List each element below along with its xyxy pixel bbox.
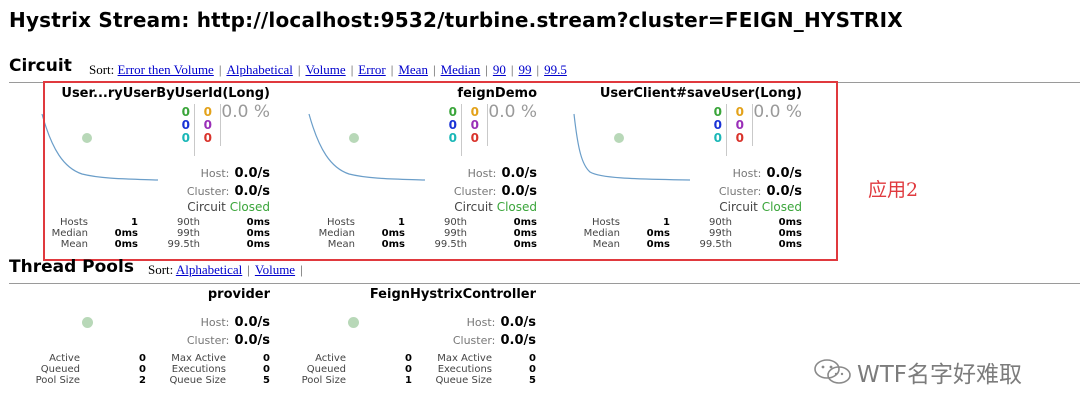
stat-label: Max Active [437,353,492,364]
pool-sort-bar: Sort: Alphabetical | Volume | [148,262,308,278]
stat-value: 0 [405,353,412,364]
stat-label: Pool Size [35,375,80,386]
stats-row: Queued 0 Executions 0 [10,364,270,375]
stats-row: Pool Size 1 Queue Size 5 [276,375,536,386]
stat-value: 2 [139,375,146,386]
stat-value: 0 [263,353,270,364]
host-rate-value: 0.0/s [500,315,536,330]
sort-link-median[interactable]: Median [441,62,481,77]
sort-link-error[interactable]: Error [358,62,385,77]
stat-value: 5 [529,375,536,386]
host-rate-value: 0.0/s [234,315,270,330]
cluster-rate-value: 0.0/s [500,333,536,348]
health-dot [82,317,93,328]
pool-divider [9,283,1080,284]
sort-link-volume[interactable]: Volume [255,262,295,277]
sort-link-volume[interactable]: Volume [305,62,345,77]
wechat-icon [814,359,851,384]
sort-label: Sort: [148,262,174,277]
sort-separator: | [485,62,488,77]
stat-value: 0 [405,364,412,375]
circuit-sort-bar: Sort: Error then Volume | Alphabetical | Vol… [89,62,567,78]
sort-link-90[interactable]: 90 [493,62,506,77]
circuit-section-title: Circuit [9,56,72,76]
host-rate-label: Host: [200,316,230,329]
sort-link-error-then-volume[interactable]: Error then Volume [118,62,214,77]
stat-label: Queue Size [435,375,492,386]
thread-pool-name: provider [207,287,270,302]
cluster-rate: Cluster: 0.0/s [453,329,536,348]
sort-label: Sort: [89,62,115,77]
stats-row: Pool Size 2 Queue Size 5 [10,375,270,386]
stat-label: Queued [40,364,80,375]
host-rate: Host: 0.0/s [467,311,536,330]
stat-value: 0 [263,364,270,375]
stat-value: 5 [263,375,270,386]
host-rate: Host: 0.0/s [201,311,270,330]
sort-link-99-5[interactable]: 99.5 [544,62,567,77]
watermark-text: WTF名字好难取 [857,362,1023,388]
sort-separator: | [536,62,540,77]
stat-value: 0 [139,353,146,364]
sort-separator: | [390,62,394,77]
sort-separator: | [218,62,222,77]
sort-separator: | [432,62,436,77]
sort-link-alphabetical[interactable]: Alphabetical [176,262,242,277]
cluster-rate-label: Cluster: [186,334,230,347]
cluster-rate: Cluster: 0.0/s [187,329,270,348]
pool-stats: Active 0 Max Active 0 Queued 0 Executions 0 Pool… [276,353,536,386]
health-dot [348,317,359,328]
stat-value: 0 [529,353,536,364]
stats-row: Active 0 Max Active 0 [10,353,270,364]
stats-row: Active 0 Max Active 0 [276,353,536,364]
thread-pool-card: provider Host: 0.0/s Cluster: 0.0/s Active 0… [10,287,270,397]
sort-separator: | [247,262,250,277]
sort-separator: | [297,62,301,77]
host-rate-label: Host: [466,316,496,329]
stat-value: 0 [139,364,146,375]
stat-value: 1 [405,375,412,386]
thread-pool-name: FeignHystrixController [369,287,536,302]
stat-label: Active [315,353,346,364]
cluster-rate-value: 0.0/s [234,333,270,348]
page-title: Hystrix Stream: http://localhost:9532/tu… [9,8,903,32]
sort-link-mean[interactable]: Mean [398,62,428,77]
pool-section-title: Thread Pools [9,257,134,277]
pool-stats: Active 0 Max Active 0 Queued 0 Executions 0 Pool… [10,353,270,386]
sort-separator: | [510,62,514,77]
sort-separator: | [300,262,303,277]
stat-label: Active [49,353,80,364]
stat-label: Max Active [171,353,226,364]
annotation-label: 应用2 [868,179,919,201]
sort-separator: | [350,62,354,77]
thread-pool-card: FeignHystrixController Host: 0.0/s Cluster… [276,287,536,397]
stat-label: Queued [306,364,346,375]
stat-label: Pool Size [301,375,346,386]
stats-row: Queued 0 Executions 0 [276,364,536,375]
cluster-rate-label: Cluster: [452,334,496,347]
stat-label: Executions [171,364,226,375]
sort-link-99[interactable]: 99 [519,62,532,77]
stat-label: Executions [437,364,492,375]
highlight-box [43,81,838,261]
stat-label: Queue Size [169,375,226,386]
sort-link-alphabetical[interactable]: Alphabetical [226,62,292,77]
stat-value: 0 [529,364,536,375]
